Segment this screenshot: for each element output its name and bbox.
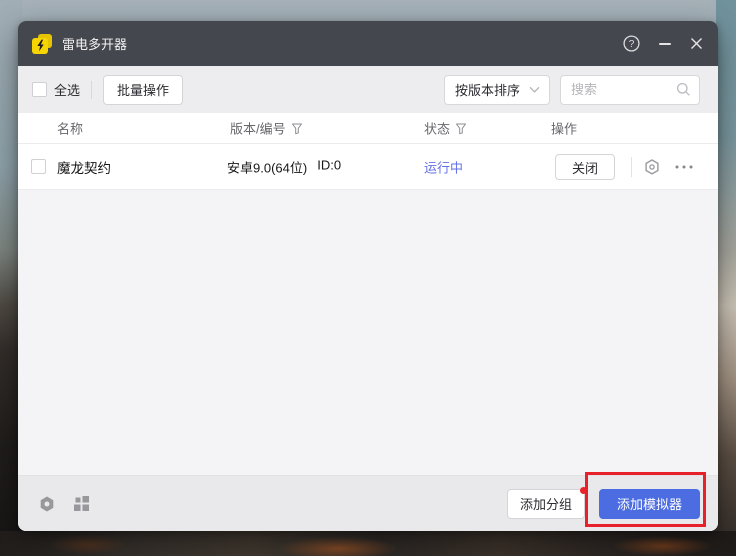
instance-version: 安卓9.0(64位)	[227, 157, 307, 176]
search-input[interactable]	[571, 82, 676, 97]
status-running: 运行中	[424, 157, 463, 176]
instance-settings-gear-icon[interactable]	[643, 158, 661, 176]
sort-dropdown[interactable]: 按版本排序	[444, 75, 550, 105]
add-emulator-button[interactable]: 添加模拟器	[599, 489, 700, 519]
sort-dropdown-value: 按版本排序	[455, 80, 520, 99]
settings-gear-icon[interactable]	[38, 495, 56, 513]
minimize-icon	[659, 43, 671, 45]
select-all-checkbox[interactable]	[32, 82, 47, 97]
close-instance-button[interactable]: 关闭	[555, 154, 615, 180]
lightning-bolt-icon	[36, 39, 45, 52]
table-row: 魔龙契约 安卓9.0(64位) ID:0 运行中 关闭	[18, 144, 718, 190]
row-checkbox[interactable]	[31, 159, 46, 174]
toolbar: 全选 批量操作 按版本排序	[18, 66, 718, 113]
select-all-label[interactable]: 全选	[54, 80, 80, 99]
filter-funnel-icon[interactable]	[455, 122, 467, 134]
instance-id: ID:0	[317, 157, 341, 176]
toolbar-divider	[91, 81, 92, 99]
notification-dot-badge	[580, 487, 587, 494]
help-button[interactable]: ?	[623, 35, 640, 52]
filter-funnel-icon[interactable]	[291, 122, 303, 134]
svg-text:?: ?	[629, 39, 635, 50]
minimize-button[interactable]	[659, 43, 671, 45]
footer-bar: 添加分组 添加模拟器	[18, 475, 718, 531]
close-button[interactable]	[690, 37, 703, 50]
table-header: 名称 版本/编号 状态 操作	[18, 113, 718, 144]
question-circle-icon: ?	[623, 35, 640, 52]
column-header-version: 版本/编号	[230, 119, 286, 138]
row-divider	[631, 157, 632, 177]
batch-operations-button[interactable]: 批量操作	[103, 75, 183, 105]
titlebar: 雷电多开器 ?	[18, 21, 718, 66]
wallpaper-sky-right	[716, 0, 736, 556]
column-header-name: 名称	[57, 119, 83, 138]
ldplayer-multi-window: 雷电多开器 ? 全选 批量操作	[18, 21, 718, 531]
add-group-label: 添加分组	[520, 494, 572, 513]
column-header-operations: 操作	[551, 119, 577, 138]
app-logo-icon	[32, 34, 52, 54]
window-title: 雷电多开器	[62, 34, 127, 53]
empty-list-area	[18, 190, 718, 475]
add-group-button[interactable]: 添加分组	[507, 489, 585, 519]
wallpaper-rocks-bottom	[0, 531, 736, 556]
instance-name: 魔龙契约	[57, 157, 111, 177]
close-icon	[690, 37, 703, 50]
chevron-down-icon	[529, 86, 540, 93]
search-box	[560, 75, 700, 105]
search-icon	[676, 82, 691, 97]
column-header-status: 状态	[424, 119, 450, 138]
grid-layout-icon[interactable]	[73, 495, 90, 512]
more-options-ellipsis-icon[interactable]	[674, 164, 694, 170]
